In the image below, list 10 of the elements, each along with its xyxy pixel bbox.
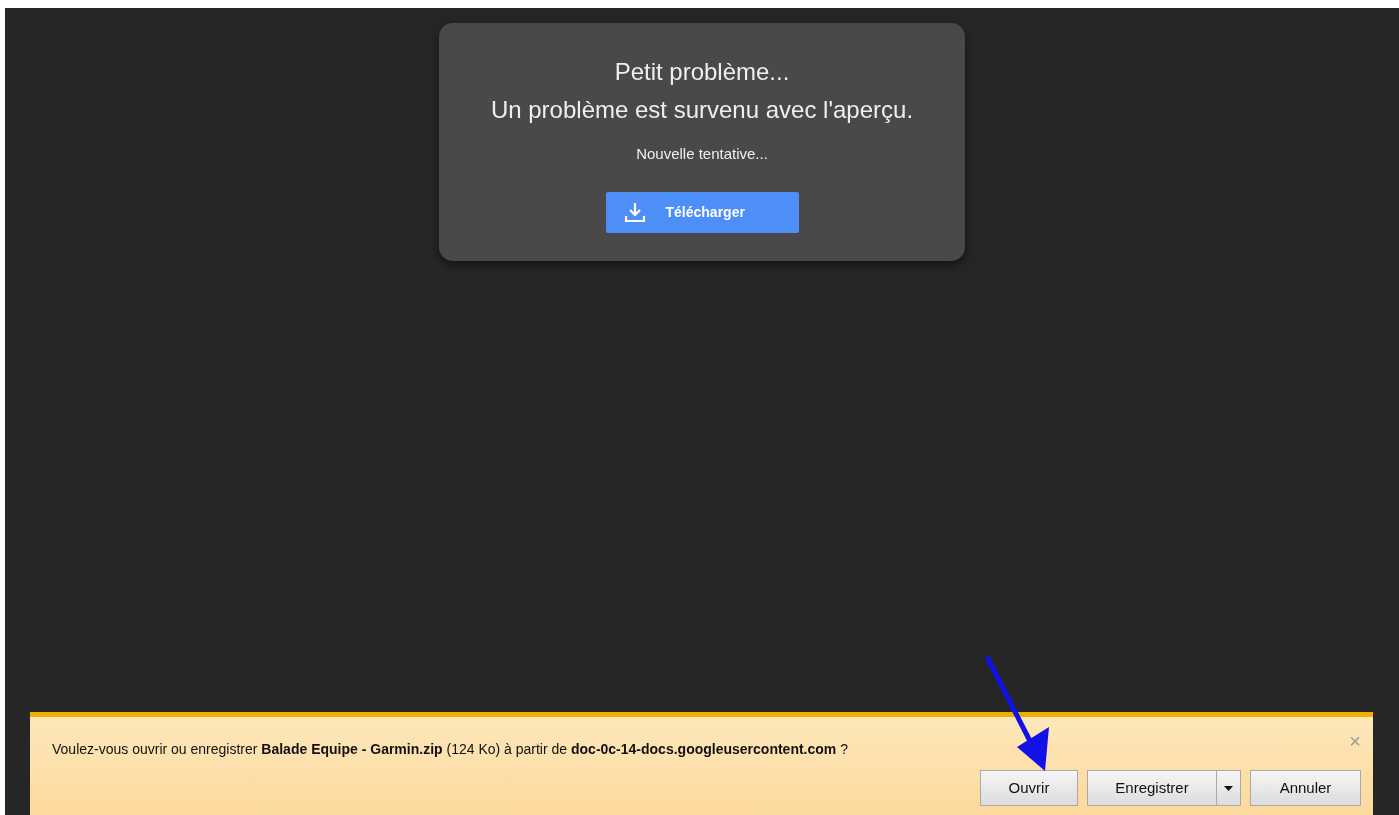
download-icon: [623, 201, 646, 223]
caret-icon: [1224, 785, 1233, 791]
dialog-button[interactable]: Ouvrir: [980, 770, 1078, 806]
download-prompt: Voulez-vous ouvrir ou enregistrer Balade Equipe - Garmin.zip (124 Ko) à partir de doc-0c-14-docs.googleusercontent.com ?: [52, 740, 849, 759]
error-title: Petit problème...: [613, 57, 791, 87]
save-button[interactable]: Enregistrer: [1087, 770, 1217, 806]
error-message: Un problème est survenu avec l'aperçu.: [489, 95, 915, 125]
status-text: Nouvelle tentative...: [635, 144, 769, 164]
dialog-button[interactable]: Annuler: [1250, 770, 1361, 806]
dropdown-button[interactable]: [1217, 770, 1241, 806]
